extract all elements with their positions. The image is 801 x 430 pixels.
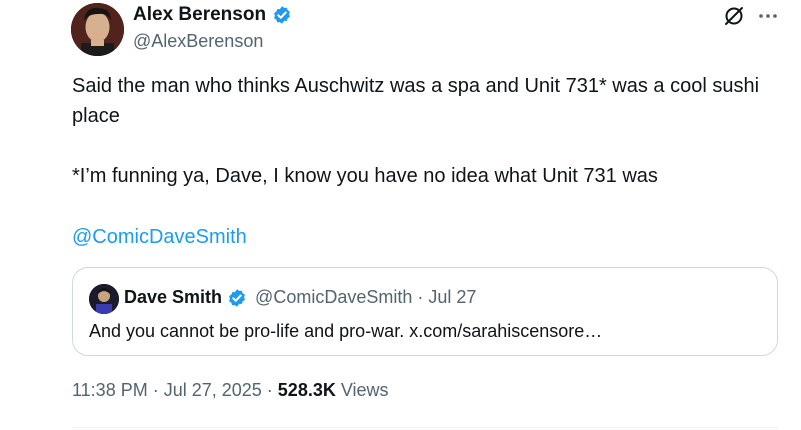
divider [72, 427, 778, 428]
quoted-tweet-text: And you cannot be pro-life and pro-war. … [89, 321, 603, 341]
views-count[interactable]: 528.3K [278, 380, 336, 401]
quoted-author-handle[interactable]: @ComicDaveSmith [255, 287, 412, 308]
author-avatar[interactable] [71, 3, 124, 56]
mention-link[interactable]: @ComicDaveSmith [72, 222, 247, 252]
quoted-verified-badge-icon [227, 288, 247, 308]
author-handle[interactable]: @AlexBerenson [133, 31, 263, 52]
author-name[interactable]: Alex Berenson [133, 4, 266, 26]
quoted-date[interactable]: Jul 27 [428, 287, 476, 308]
tweet-date[interactable]: Jul 27, 2025 [164, 380, 262, 401]
meta-separator-2: · [266, 380, 273, 400]
tweet-paragraph-2: *I’m funning ya, Dave, I know you have n… [72, 165, 658, 187]
quoted-tweet-card[interactable]: Dave Smith @ComicDaveSmith · Jul 27 And … [72, 267, 778, 356]
quoted-header: Dave Smith @ComicDaveSmith · Jul 27 [124, 287, 476, 308]
grok-icon[interactable] [722, 4, 746, 28]
tweet-paragraph-1: Said the man who thinks Auschwitz was a … [72, 75, 760, 127]
tweet-text: Said the man who thinks Auschwitz was a … [72, 71, 772, 191]
tweet-time[interactable]: 11:38 PM [72, 380, 148, 401]
quoted-author-avatar[interactable] [89, 284, 119, 314]
author-name-row[interactable]: Alex Berenson [133, 4, 292, 26]
tweet-meta: 11:38 PM · Jul 27, 2025 · 528.3K Views [72, 380, 389, 401]
more-options-icon[interactable] [756, 4, 780, 28]
quoted-author-name[interactable]: Dave Smith [124, 287, 222, 308]
verified-badge-icon [272, 5, 292, 25]
meta-separator: · [152, 380, 159, 400]
views-label: Views [340, 380, 389, 400]
quoted-separator: · [417, 287, 424, 307]
tweet: Alex Berenson @AlexBerenson Said the man… [0, 0, 801, 430]
